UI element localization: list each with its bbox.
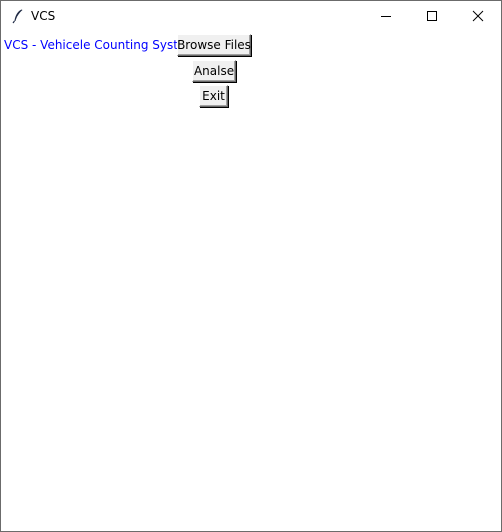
browse-files-button[interactable]: Browse Files (177, 34, 251, 56)
minimize-button[interactable] (363, 1, 409, 31)
feather-icon (10, 8, 26, 24)
close-button[interactable] (455, 1, 501, 31)
client-area: VCS - Vehicele Counting System Browse Fi… (1, 32, 501, 531)
analyse-button[interactable]: Analse (192, 60, 236, 82)
window-title: VCS (31, 9, 56, 23)
minimize-icon (380, 10, 392, 22)
close-icon (472, 10, 484, 22)
maximize-icon (426, 10, 438, 22)
maximize-button[interactable] (409, 1, 455, 31)
title-bar[interactable]: VCS (1, 1, 501, 32)
app-window: VCS VCS - Vehicele Counting System Brows… (0, 0, 502, 532)
app-title-label: VCS - Vehicele Counting System (4, 38, 198, 52)
exit-button[interactable]: Exit (199, 85, 228, 107)
